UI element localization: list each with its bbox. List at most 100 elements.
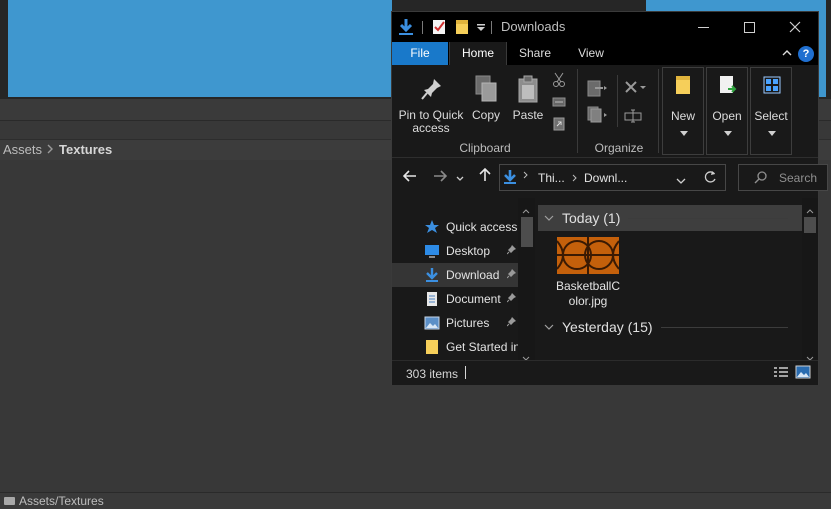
group-label: Yesterday (15) (562, 319, 653, 335)
move-to-icon[interactable] (587, 79, 609, 100)
address-history-chevron-icon[interactable] (676, 173, 686, 187)
new-button[interactable]: New (662, 67, 704, 155)
qat-separator (422, 21, 423, 34)
scroll-up-icon[interactable] (522, 203, 530, 217)
address-segment-this-pc[interactable]: Thi... (538, 171, 565, 185)
navigation-pane: Quick access Desktop Download Document P… (392, 198, 536, 361)
refresh-icon[interactable] (704, 170, 717, 187)
address-separator (572, 171, 577, 185)
nav-item-pictures[interactable]: Pictures (392, 311, 518, 335)
breadcrumb-separator (47, 142, 54, 157)
group-header-yesterday[interactable]: Yesterday (15) (538, 314, 802, 340)
file-tile[interactable]: BasketballC olor.jpg (548, 236, 628, 316)
delete-icon[interactable] (624, 81, 646, 98)
paste-shortcut-icon[interactable] (552, 117, 566, 134)
nav-pane-scroll-thumb[interactable] (521, 217, 533, 247)
breadcrumb-textures[interactable]: Textures (59, 142, 112, 157)
maximize-button[interactable] (726, 12, 772, 42)
copy-to-icon[interactable] (587, 105, 609, 126)
copy-path-icon[interactable] (552, 96, 566, 111)
paste-button[interactable]: Paste (509, 71, 547, 131)
help-button[interactable]: ? (798, 46, 814, 62)
nav-item-label: Download (446, 268, 500, 282)
nav-item-label: Quick access (446, 220, 518, 234)
address-segment-downloads[interactable]: Downl... (584, 171, 627, 185)
pin-icon[interactable] (506, 244, 516, 258)
minimize-button[interactable] (680, 12, 726, 42)
ribbon-separator (658, 69, 659, 153)
forward-button[interactable] (431, 168, 449, 188)
tab-home[interactable]: Home (449, 42, 507, 65)
asset-path-label: Assets/Textures (19, 494, 104, 508)
folder-icon (4, 497, 15, 505)
breadcrumb-assets[interactable]: Assets (3, 142, 42, 157)
recent-locations-chevron-icon[interactable] (455, 168, 465, 188)
clipboard-group-label: Clipboard (459, 141, 511, 155)
chevron-down-icon (544, 212, 554, 224)
download-arrow-icon[interactable] (398, 12, 414, 42)
file-list[interactable]: Today (1) BasketballC olor.jpg Yesterday… (536, 198, 818, 361)
new-folder-icon[interactable] (455, 12, 469, 42)
breadcrumb: Assets Textures (3, 142, 112, 157)
group-divider (628, 217, 788, 219)
search-box[interactable]: Search (738, 164, 828, 191)
collapse-ribbon-icon[interactable] (778, 42, 796, 65)
file-list-scroll-thumb[interactable] (804, 217, 816, 233)
properties-icon[interactable] (432, 12, 446, 42)
tab-share[interactable]: Share (510, 42, 560, 65)
close-button[interactable] (772, 12, 818, 42)
select-button[interactable]: Select (750, 67, 792, 155)
download-arrow-icon (424, 268, 440, 282)
tab-view[interactable]: View (566, 42, 616, 65)
chevron-down-icon (724, 126, 732, 140)
details-view-icon[interactable] (773, 366, 789, 382)
pin-to-quick-access-button[interactable]: Pin to Quick access (396, 71, 466, 137)
nav-item-get-started[interactable]: Get Started in (392, 335, 521, 359)
organize-group-label: Organize (594, 141, 644, 155)
nav-item-desktop[interactable]: Desktop (392, 239, 518, 263)
ribbon-tabs: File Home Share View ? (392, 42, 818, 65)
chevron-down-icon (680, 126, 688, 140)
nav-item-quick-access[interactable]: Quick access (392, 215, 518, 239)
address-bar[interactable]: Thi... Downl... (499, 164, 726, 191)
cut-icon[interactable] (552, 72, 566, 91)
up-button[interactable] (476, 167, 494, 188)
search-icon (754, 171, 767, 187)
scene-sky-left (8, 0, 392, 97)
pin-icon[interactable] (506, 292, 516, 306)
nav-item-label: Document (446, 292, 501, 306)
copy-label: Copy (471, 108, 500, 122)
nav-item-downloads[interactable]: Download (392, 263, 518, 287)
nav-item-label: Pictures (446, 316, 490, 330)
back-button[interactable] (401, 168, 419, 188)
scroll-up-icon[interactable] (806, 203, 814, 217)
address-separator (523, 171, 528, 181)
pin-icon[interactable] (506, 268, 516, 282)
open-label: Open (712, 109, 742, 123)
explorer-status-bar: 303 items (392, 360, 818, 385)
document-icon (424, 292, 440, 306)
new-folder-icon (675, 75, 691, 98)
chevron-down-icon (768, 126, 776, 140)
paste-icon (517, 75, 539, 106)
large-icons-view-icon[interactable] (795, 365, 811, 382)
ribbon-separator (617, 75, 618, 127)
file-name-line2: olor.jpg (568, 294, 608, 308)
group-header-today[interactable]: Today (1) (538, 205, 802, 231)
qat-separator (491, 21, 492, 34)
unity-path-bar (0, 492, 831, 509)
rename-icon[interactable] (624, 109, 642, 126)
open-button[interactable]: Open (706, 67, 748, 155)
nav-item-label: Get Started in (446, 340, 521, 354)
open-file-icon (719, 75, 737, 98)
file-name-line1: BasketballC (555, 279, 621, 293)
tab-file[interactable]: File (392, 42, 448, 65)
nav-item-documents[interactable]: Document (392, 287, 518, 311)
chevron-down-icon (544, 321, 554, 333)
qat-dropdown-icon[interactable] (476, 12, 486, 42)
nav-item-label: Desktop (446, 244, 491, 258)
copy-button[interactable]: Copy (468, 71, 504, 131)
paste-label: Paste (512, 108, 544, 122)
pin-icon[interactable] (506, 316, 516, 330)
explorer-titlebar[interactable]: Downloads (392, 12, 818, 42)
